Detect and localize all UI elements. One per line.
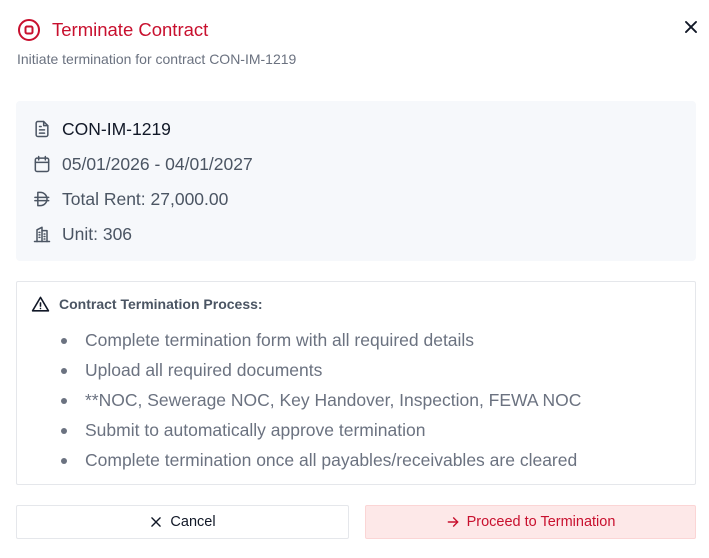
dialog-title: Terminate Contract xyxy=(52,19,209,40)
cancel-label: Cancel xyxy=(170,514,216,530)
contract-id-row: CON-IM-1219 xyxy=(32,117,171,141)
dialog-header: Terminate Contract xyxy=(17,18,697,42)
process-steps-list: Complete termination form with all requi… xyxy=(57,328,581,478)
dialog-subtitle: Initiate termination for contract CON-IM… xyxy=(17,51,297,67)
termination-process-box: Contract Termination Process: Complete t… xyxy=(16,281,696,485)
process-title-row: Contract Termination Process: xyxy=(31,294,263,314)
close-button[interactable] xyxy=(680,16,702,38)
list-item: Upload all required documents xyxy=(57,358,581,388)
contract-id: CON-IM-1219 xyxy=(62,118,171,139)
list-item: **NOC, Sewerage NOC, Key Handover, Inspe… xyxy=(57,388,581,418)
contract-info-card: CON-IM-1219 05/01/2026 - 04/01/2027 Tota… xyxy=(16,101,696,261)
terminate-contract-dialog: Terminate Contract Initiate termination … xyxy=(0,0,709,558)
list-item: Complete termination form with all requi… xyxy=(57,328,581,358)
total-rent: Total Rent: 27,000.00 xyxy=(62,188,229,209)
calendar-icon xyxy=(32,154,52,174)
dirham-currency-icon xyxy=(32,189,52,209)
cancel-button[interactable]: Cancel xyxy=(16,505,349,539)
building-icon xyxy=(32,224,52,244)
contract-period: 05/01/2026 - 04/01/2027 xyxy=(62,153,253,174)
unit-row: Unit: 306 xyxy=(32,222,132,246)
proceed-label: Proceed to Termination xyxy=(466,514,616,530)
stop-circle-icon xyxy=(17,18,41,42)
close-icon xyxy=(149,515,163,529)
total-rent-row: Total Rent: 27,000.00 xyxy=(32,187,228,211)
unit-number: Unit: 306 xyxy=(62,223,133,244)
proceed-to-termination-button[interactable]: Proceed to Termination xyxy=(365,505,696,539)
process-title: Contract Termination Process: xyxy=(59,296,263,312)
list-item: Complete termination once all payables/r… xyxy=(57,448,581,478)
warning-icon xyxy=(31,295,50,314)
document-icon xyxy=(32,119,52,139)
contract-period-row: 05/01/2026 - 04/01/2027 xyxy=(32,152,253,176)
list-item: Submit to automatically approve terminat… xyxy=(57,418,581,448)
close-icon xyxy=(685,21,697,33)
arrow-right-icon xyxy=(446,515,460,529)
